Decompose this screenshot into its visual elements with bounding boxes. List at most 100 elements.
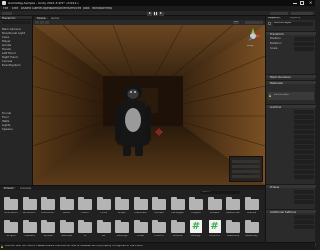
asset-item[interactable]: Settings	[113, 219, 131, 239]
move-tool-button[interactable]	[40, 21, 44, 24]
property-field[interactable]	[294, 175, 314, 179]
property-field[interactable]	[294, 155, 314, 159]
lighting-header[interactable]: Lighting	[266, 104, 316, 108]
layers-dropdown[interactable]	[270, 12, 288, 15]
inspector-property-row[interactable]	[268, 135, 315, 139]
mesh-renderer-header[interactable]: Mesh Renderer	[266, 74, 316, 78]
property-field[interactable]	[294, 115, 314, 119]
asset-item[interactable]: Shaders	[21, 219, 39, 239]
hierarchy-tab[interactable]: Hierarchy	[0, 16, 32, 20]
menu-help[interactable]: Help	[105, 7, 112, 10]
menu-jobs[interactable]: Jobs	[83, 7, 90, 10]
property-field[interactable]	[294, 195, 314, 199]
property-field[interactable]	[294, 135, 314, 139]
property-field[interactable]	[294, 215, 314, 219]
inspector-property-row[interactable]	[268, 160, 315, 164]
overlay-row[interactable]	[232, 160, 260, 163]
inspector-property-row[interactable]	[268, 120, 315, 124]
additional-settings-header[interactable]: Additional Settings	[266, 209, 316, 213]
transform-header[interactable]: Transform	[266, 31, 316, 35]
inspector-property-row[interactable]	[268, 150, 315, 154]
layout-dropdown[interactable]	[291, 12, 313, 15]
property-field[interactable]	[294, 160, 314, 164]
inspector-property-row[interactable]	[268, 215, 315, 219]
asset-item[interactable]: Photon	[150, 219, 168, 239]
asset-item[interactable]: UI	[76, 219, 94, 239]
asset-item[interactable]: Fonts	[95, 196, 113, 216]
menu-services[interactable]: Services	[68, 7, 81, 10]
overlay-row[interactable]	[232, 165, 260, 168]
inspector-property-row[interactable]	[268, 140, 315, 144]
inspector-property-row[interactable]	[268, 195, 315, 199]
asset-item[interactable]: Video	[132, 219, 150, 239]
account-button[interactable]	[2, 12, 12, 15]
property-field[interactable]	[294, 170, 314, 174]
property-field[interactable]	[294, 110, 314, 114]
asset-item[interactable]: # Android	[206, 219, 224, 239]
asset-item[interactable]: Materials	[132, 196, 150, 216]
asset-item[interactable]: # Packag..	[187, 219, 205, 239]
hierarchy-search-input[interactable]	[2, 21, 31, 24]
hand-tool-button[interactable]	[35, 21, 39, 24]
inspector-property-row[interactable]	[268, 190, 315, 194]
inspector-property-row[interactable]	[268, 175, 315, 179]
asset-item[interactable]: Sounds	[169, 219, 187, 239]
property-field[interactable]	[294, 220, 314, 224]
asset-item[interactable]: Packages	[169, 196, 187, 216]
object-name-field[interactable]: Gorilla Player	[273, 22, 313, 26]
scale-field[interactable]	[294, 47, 314, 51]
hierarchy-item[interactable]: Spawns	[2, 128, 32, 132]
asset-item[interactable]: Models	[150, 196, 168, 216]
scene-view[interactable]: Scene Game 2D Persp	[33, 16, 265, 185]
inspector-property-row[interactable]	[268, 225, 315, 229]
property-field[interactable]	[294, 190, 314, 194]
materials-header[interactable]: Materials	[266, 80, 316, 84]
pause-button[interactable]	[153, 11, 158, 16]
scale-row[interactable]: Scale	[268, 47, 315, 51]
property-field[interactable]	[294, 125, 314, 129]
asset-item[interactable]: Scenes	[243, 196, 261, 216]
tab-project[interactable]: Project	[2, 186, 16, 190]
tab-scene[interactable]: Scene	[35, 16, 48, 20]
asset-item[interactable]: Animation	[2, 196, 20, 216]
minimize-button[interactable]	[293, 2, 297, 4]
position-row[interactable]: Position	[268, 37, 315, 41]
menu-window[interactable]: Window	[92, 7, 105, 10]
asset-item[interactable]: Textures	[58, 219, 76, 239]
inspector-property-row[interactable]	[268, 220, 315, 224]
step-button[interactable]	[159, 11, 164, 16]
rotate-tool-button[interactable]	[45, 21, 49, 24]
play-button[interactable]	[147, 11, 152, 16]
inspector-property-row[interactable]	[268, 125, 315, 129]
property-field[interactable]	[294, 140, 314, 144]
property-field[interactable]	[294, 120, 314, 124]
asset-item[interactable]: AudioMix..	[21, 196, 39, 216]
overlay-row[interactable]	[232, 175, 260, 178]
inspector-property-row[interactable]	[268, 110, 315, 114]
tab-inspector[interactable]: Inspector	[267, 16, 282, 20]
property-field[interactable]	[294, 165, 314, 169]
inspector-property-row[interactable]	[268, 155, 315, 159]
asset-item[interactable]: Plugins	[187, 196, 205, 216]
asset-item[interactable]: Assembly	[243, 219, 261, 239]
asset-item[interactable]: Scripts	[2, 219, 20, 239]
rotation-row[interactable]: Rotation	[268, 42, 315, 46]
inspector-property-row[interactable]	[268, 115, 315, 119]
tab-game[interactable]: Game	[51, 17, 59, 20]
menu-component[interactable]: Component	[50, 7, 69, 10]
menu-assets[interactable]: Assets	[21, 7, 31, 10]
maximize-button[interactable]	[300, 1, 304, 5]
property-field[interactable]	[294, 200, 314, 204]
inspector-property-row[interactable]	[268, 170, 315, 174]
overlay-row[interactable]	[232, 170, 260, 173]
tab-console[interactable]: Console	[20, 187, 31, 190]
asset-item[interactable]: XR	[95, 219, 113, 239]
inspector-property-row[interactable]	[268, 145, 315, 149]
position-field[interactable]	[294, 37, 314, 41]
object-enabled-checkbox[interactable]	[268, 22, 271, 25]
menu-file[interactable]: File	[3, 7, 8, 10]
asset-item[interactable]: Editor	[76, 196, 94, 216]
property-field[interactable]	[294, 225, 314, 229]
status-message[interactable]: Android SDK not found. Please ensure the…	[5, 245, 260, 248]
asset-item[interactable]: Prefabs	[206, 196, 224, 216]
